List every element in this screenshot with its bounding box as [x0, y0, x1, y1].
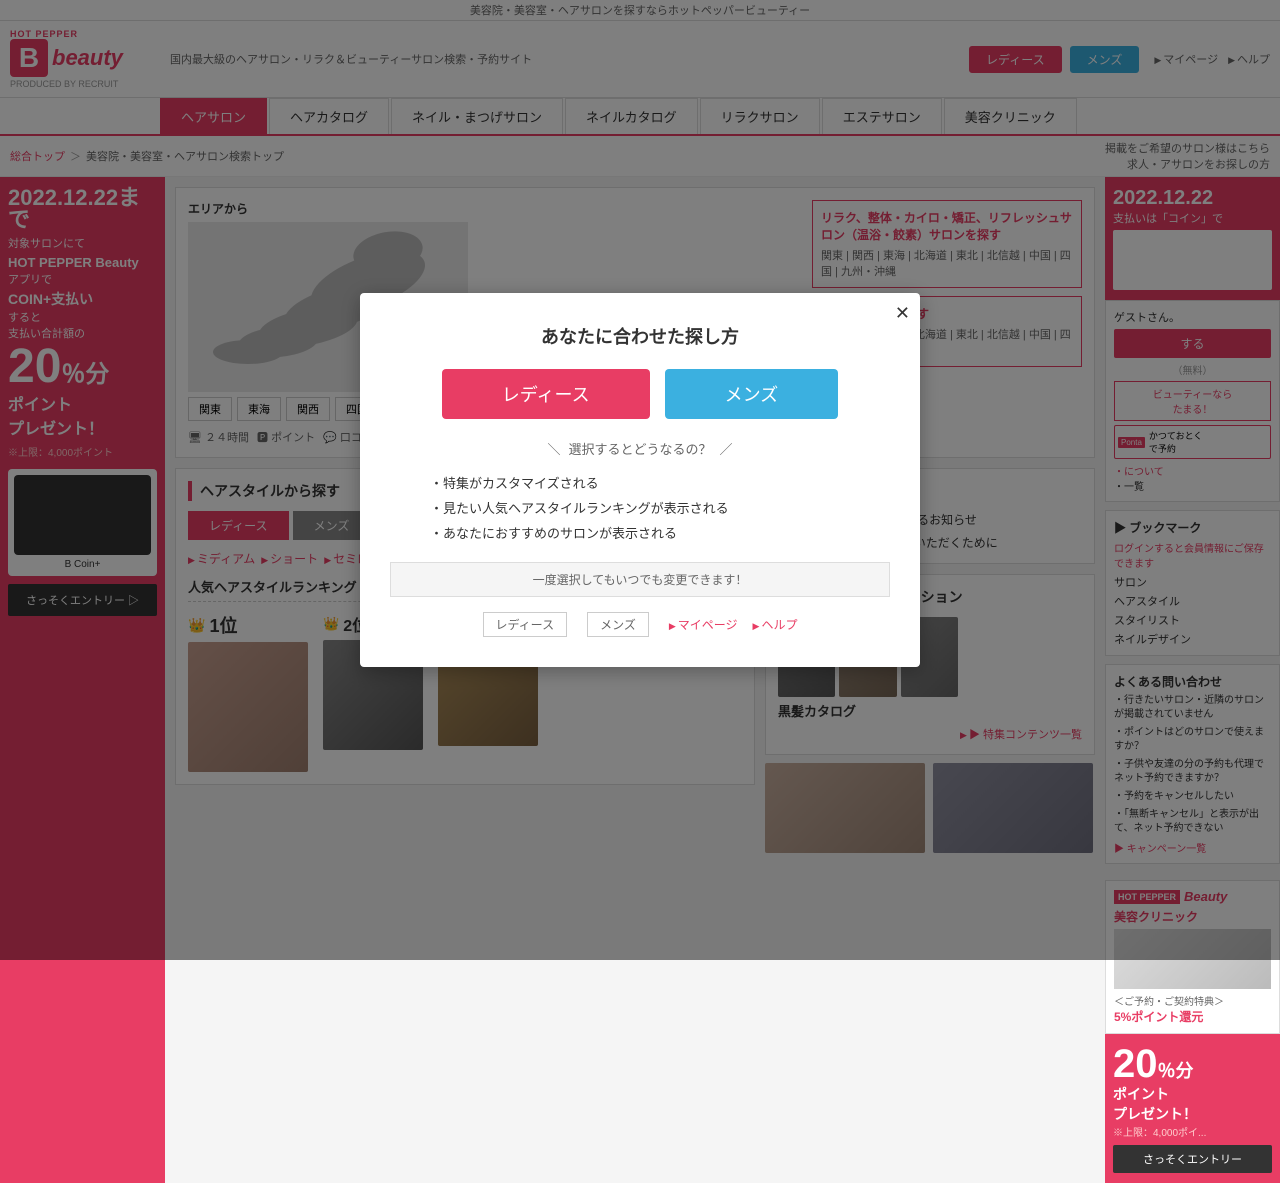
modal-footer-links: マイページ ヘルプ: [669, 616, 798, 633]
modal-notice: 一度選択してもいつでも変更できます！: [390, 562, 890, 597]
modal-footer-mens[interactable]: メンズ: [587, 612, 649, 637]
entry-btn-right[interactable]: さっそくエントリー: [1113, 1145, 1272, 1173]
modal-dialog: ✕ あなたに合わせた探し方 レディース メンズ 選択するとどうなるの？ 特集がカ…: [360, 293, 920, 667]
modal-btn-ladies[interactable]: レディース: [442, 369, 650, 419]
modal-feature-1: 特集がカスタマイズされる: [430, 473, 850, 492]
modal-overlay[interactable]: ✕ あなたに合わせた探し方 レディース メンズ 選択するとどうなるの？ 特集がカ…: [0, 0, 1280, 960]
modal-close-btn[interactable]: ✕: [895, 303, 910, 324]
modal-footer-ladies[interactable]: レディース: [483, 612, 568, 637]
right-present-label: プレゼント！: [1113, 1104, 1272, 1124]
modal-title: あなたに合わせた探し方: [390, 323, 890, 349]
right-point-label: ポイント: [1113, 1084, 1272, 1104]
right-percent-num: 20: [1113, 1044, 1158, 1084]
modal-feature-2: 見たい人気ヘアスタイルランキングが表示される: [430, 498, 850, 517]
modal-btn-mens[interactable]: メンズ: [665, 369, 839, 419]
modal-footer: レディース メンズ マイページ ヘルプ: [390, 612, 890, 637]
modal-divider: 選択するとどうなるの？: [390, 439, 890, 458]
right-promo-percent: 20 ％分: [1113, 1044, 1272, 1084]
clinic-desc: ＜ご予約・ご契約特典＞: [1114, 993, 1271, 1008]
modal-feature-3: あなたにおすすめのサロンが表示される: [430, 523, 850, 542]
right-promo-note: ※上限：4,000ポイ...: [1113, 1124, 1272, 1139]
right-promo-bottom: 20 ％分 ポイント プレゼント！ ※上限：4,000ポイ... さっそくエント…: [1105, 1034, 1280, 1183]
modal-features: 特集がカスタマイズされる 見たい人気ヘアスタイルランキングが表示される あなたに…: [390, 473, 890, 542]
clinic-highlight: 5%ポイント還元: [1114, 1008, 1271, 1025]
modal-footer-help[interactable]: ヘルプ: [753, 616, 798, 633]
right-percent-sign: ％分: [1158, 1057, 1194, 1083]
modal-buttons: レディース メンズ: [390, 369, 890, 419]
modal-footer-mypage[interactable]: マイページ: [669, 616, 738, 633]
